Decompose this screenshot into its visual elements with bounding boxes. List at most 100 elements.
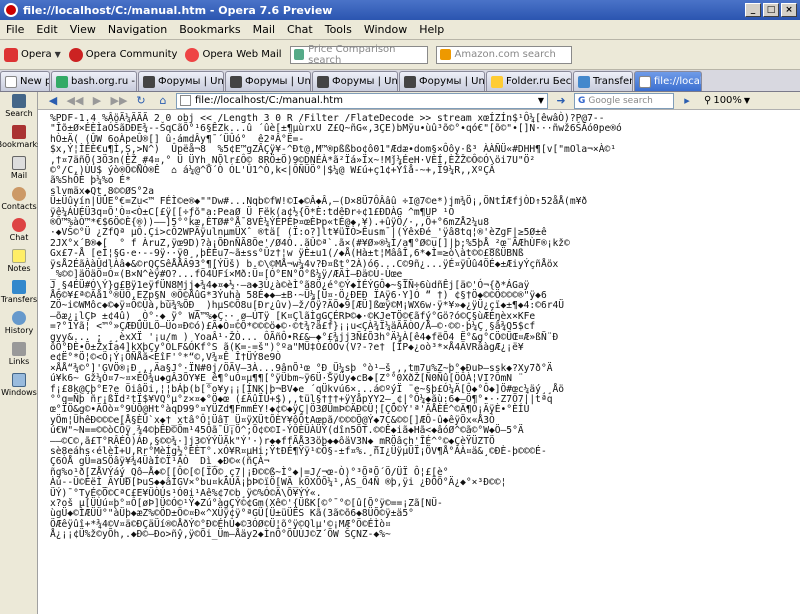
menu-tools[interactable]: Tools <box>319 23 358 36</box>
panel-bookmarks[interactable]: Bookmarks <box>0 123 42 154</box>
go-arrow-icon[interactable]: ➜ <box>552 94 570 107</box>
tab-forum-3[interactable]: Форумы | Unreal To... <box>312 71 398 91</box>
window-titlebar: file://localhost/C:/manual.htm - Opera 7… <box>0 0 800 20</box>
price-comparison-search-input[interactable]: Price Comparison search <box>289 43 428 66</box>
close-button[interactable]: × <box>781 3 797 17</box>
panel-windows[interactable]: Windows <box>0 371 38 402</box>
google-icon: G <box>578 95 586 106</box>
chevron-down-icon[interactable]: ▼ <box>744 96 750 105</box>
opera-webmail-icon <box>185 47 200 62</box>
panel-label: Transfers <box>0 295 38 304</box>
page-icon <box>180 95 191 106</box>
search-icon <box>12 94 26 108</box>
panel-chat[interactable]: Chat <box>0 216 38 247</box>
tab-new-page[interactable]: New page <box>0 71 50 91</box>
price-search-placeholder: Price Comparison search <box>308 43 396 66</box>
personal-bar: Opera ▼ Opera Community Opera Web Mail P… <box>0 40 800 70</box>
tab-label: Transfers <box>593 76 633 87</box>
chat-icon <box>12 218 26 232</box>
menu-window[interactable]: Window <box>358 23 413 36</box>
amazon-search-placeholder: Amazon.com search <box>454 49 556 60</box>
panel-history[interactable]: History <box>0 309 38 340</box>
tab-forum-2[interactable]: Форумы | Unreal To... <box>225 71 311 91</box>
site-icon <box>56 75 68 88</box>
panel-label: Windows <box>1 388 37 397</box>
tab-bar: New page bash.org.ru - Цита... Форумы | … <box>0 70 800 92</box>
tab-forum-1[interactable]: Форумы | Unreal To... <box>138 71 224 91</box>
notes-icon <box>12 249 26 263</box>
window-title: file://localhost/C:/manual.htm - Opera 7… <box>23 3 333 17</box>
page-content: %PDF-1.4 %ÂöÃ¼ÃÃÃ 2 0 obj << /Length 3 0… <box>38 110 800 614</box>
reload-icon[interactable]: ↻ <box>132 94 150 107</box>
history-icon <box>12 311 26 325</box>
maximize-button[interactable]: □ <box>763 3 779 17</box>
tab-forum-4[interactable]: Форумы | Unreal To... <box>399 71 485 91</box>
mail-icon <box>12 156 26 170</box>
address-field[interactable]: file://localhost/C:/manual.htm ▼ <box>176 92 548 109</box>
opera-community-link[interactable]: Opera Community <box>68 47 178 62</box>
opera-label: Opera <box>21 49 52 60</box>
panel-label: Links <box>8 357 30 366</box>
bookmarks-icon <box>12 125 26 139</box>
tab-label: Форумы | Unreal To... <box>332 76 398 87</box>
tab-label: Форумы | Unreal To... <box>245 76 311 87</box>
opera-webmail-link[interactable]: Opera Web Mail <box>185 47 282 62</box>
google-search-input[interactable]: G Google search <box>574 92 674 109</box>
pdf-binary-text: %PDF-1.4 %ÂöÃ¼ÃÃÃ 2 0 obj << /Length 3 0… <box>50 113 622 541</box>
tab-folder[interactable]: Folder.ru Бесплатн... <box>486 71 572 91</box>
home-icon[interactable]: ⌂ <box>154 94 172 107</box>
opera-community-label: Opera Community <box>85 49 178 60</box>
minimize-button[interactable]: _ <box>745 3 761 17</box>
transfers-icon <box>578 75 590 88</box>
opera-webmail-label: Opera Web Mail <box>202 49 282 60</box>
panel-label: Mail <box>10 171 28 180</box>
menu-file[interactable]: File <box>0 23 30 36</box>
windows-icon <box>12 373 26 387</box>
panel-mail[interactable]: Mail <box>0 154 38 185</box>
menu-edit[interactable]: Edit <box>30 23 63 36</box>
transfers-icon <box>12 280 26 294</box>
opera-community-icon <box>68 47 83 62</box>
zoom-control[interactable]: ⚲ 100% ▼ <box>704 95 750 106</box>
amazon-search-input[interactable]: Amazon.com search <box>435 45 572 64</box>
menu-chat[interactable]: Chat <box>281 23 319 36</box>
zoom-value: 100% <box>713 95 742 106</box>
search-go-icon[interactable]: ▸ <box>678 94 696 107</box>
tab-bash[interactable]: bash.org.ru - Цита... <box>51 71 137 91</box>
menu-bar: File Edit View Navigation Bookmarks Mail… <box>0 20 800 40</box>
menu-bookmarks[interactable]: Bookmarks <box>173 23 246 36</box>
menu-mail[interactable]: Mail <box>247 23 281 36</box>
tab-label: Форумы | Unreal To... <box>158 76 224 87</box>
panel-search[interactable]: Search <box>0 92 38 123</box>
forward-arrow-icon[interactable]: ▶ <box>88 94 106 107</box>
site-icon <box>404 75 416 88</box>
panel-notes[interactable]: Notes <box>0 247 38 278</box>
panel-contacts[interactable]: Contacts <box>0 185 38 216</box>
site-icon <box>143 75 155 88</box>
menu-help[interactable]: Help <box>413 23 450 36</box>
site-icon <box>230 75 242 88</box>
fast-forward-icon[interactable]: ▶▶ <box>110 94 128 107</box>
rewind-icon[interactable]: ◀◀ <box>66 94 84 107</box>
tab-transfers[interactable]: Transfers <box>573 71 633 91</box>
chevron-down-icon[interactable]: ▼ <box>538 96 547 105</box>
menu-navigation[interactable]: Navigation <box>102 23 173 36</box>
tab-manual-active[interactable]: file://localhost/C:... × <box>634 71 702 91</box>
page-icon <box>5 75 17 88</box>
opera-icon <box>4 47 18 62</box>
chevron-down-icon: ▼ <box>54 50 61 59</box>
menu-view[interactable]: View <box>64 23 102 36</box>
panel-label: Notes <box>7 264 31 273</box>
panel-transfers[interactable]: Transfers <box>0 278 38 309</box>
site-icon <box>317 75 329 88</box>
zoom-icon: ⚲ <box>704 95 712 106</box>
panel-label: Bookmarks <box>0 140 42 149</box>
tab-label: file://localhost/C:... <box>654 76 701 87</box>
page-icon <box>639 75 651 88</box>
tab-label: Folder.ru Бесплатн... <box>506 76 572 87</box>
opera-menu-button[interactable]: Opera ▼ <box>4 47 61 62</box>
panel-label: History <box>4 326 34 335</box>
back-arrow-icon[interactable]: ◀ <box>44 94 62 107</box>
panel-links[interactable]: Links <box>0 340 38 371</box>
panel-label: Search <box>5 109 33 118</box>
